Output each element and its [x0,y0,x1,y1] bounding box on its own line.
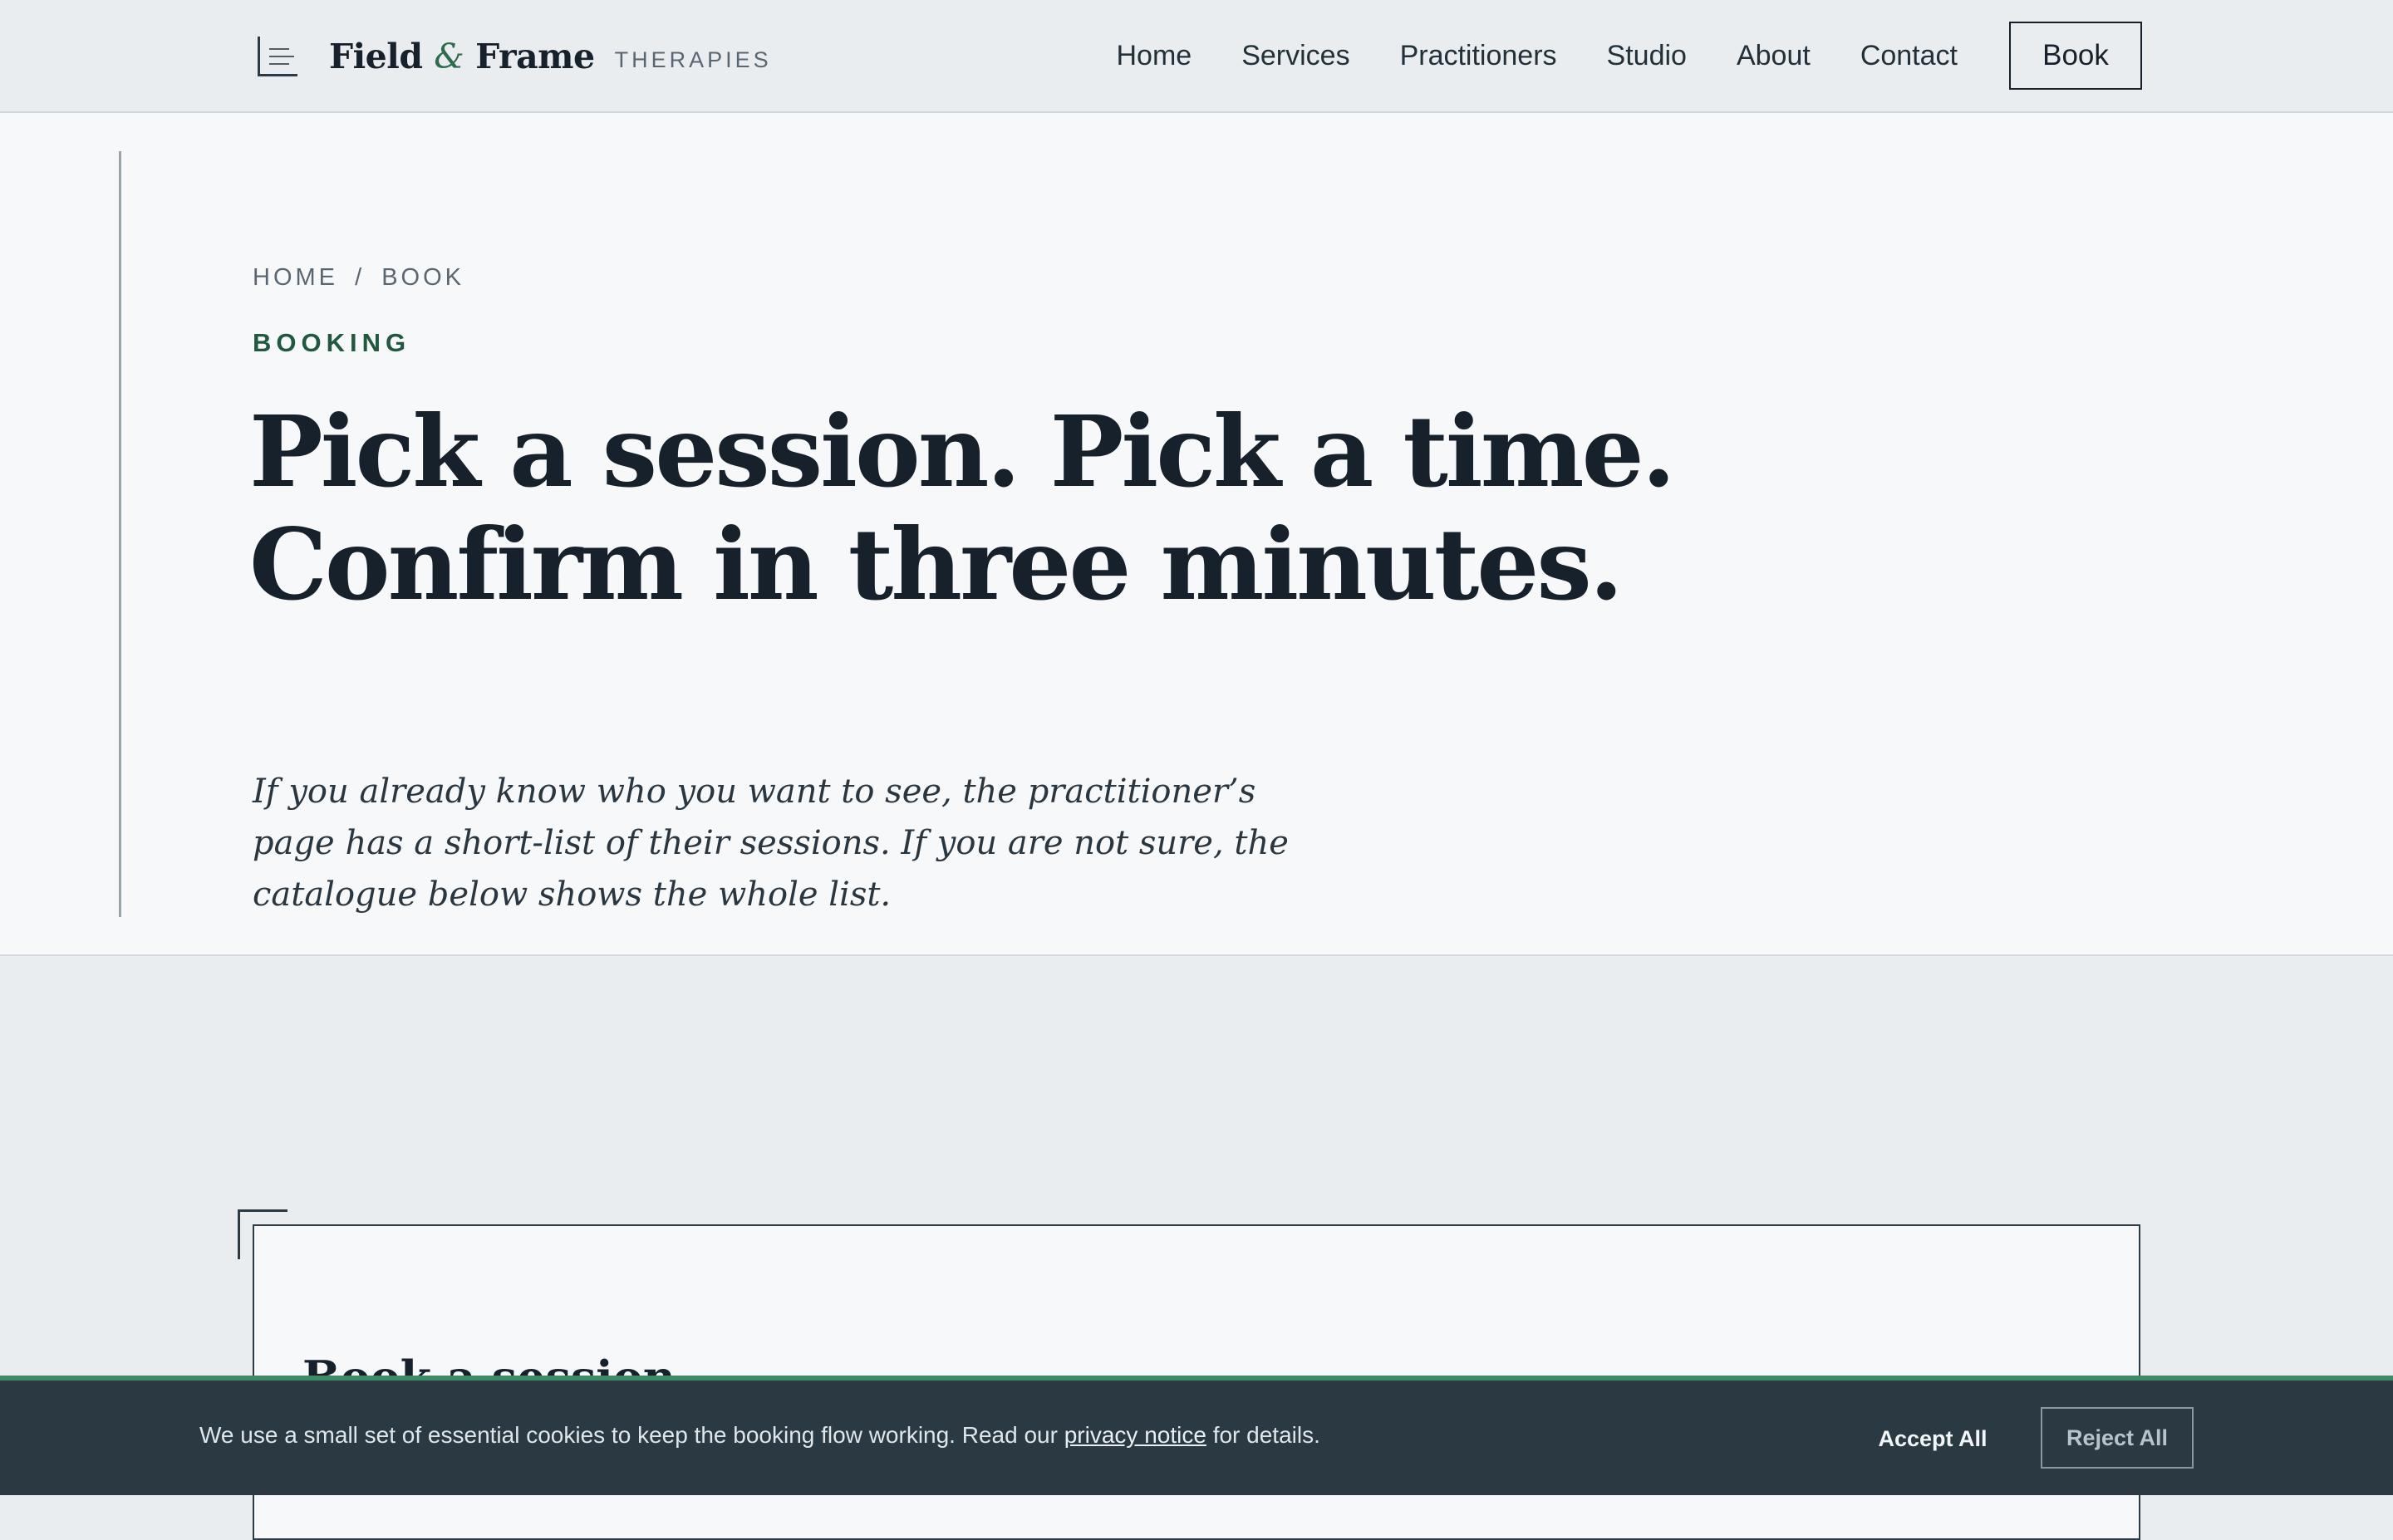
brand-name: Field & Frame [329,37,595,76]
nav-studio[interactable]: Studio [1607,40,1687,72]
breadcrumb-home[interactable]: HOME [253,264,338,291]
section-eyebrow: BOOKING [253,328,411,357]
main-nav: Home Services Practitioners Studio About… [1067,22,2142,90]
brand-subtitle: THERAPIES [614,47,772,72]
cookie-text-after: for details. [1212,1422,1320,1448]
page-title: Pick a session. Pick a time. Confirm in … [249,395,1828,621]
breadcrumb-separator: / [355,264,366,291]
nav-services[interactable]: Services [1241,40,1349,72]
title-line-2: Confirm in three minutes. [249,507,1624,622]
cookie-banner: We use a small set of essential cookies … [0,1376,2393,1495]
cookie-text-before: We use a small set of essential cookies … [199,1422,1058,1448]
hero-divider [119,151,121,917]
nav-practitioners[interactable]: Practitioners [1400,40,1557,72]
accept-all-button[interactable]: Accept All [1861,1409,2004,1469]
nav-home[interactable]: Home [1117,40,1192,72]
title-line-1: Pick a session. Pick a time. [249,394,1676,509]
bracket-lines-logo-icon [254,33,301,80]
brand-logo[interactable]: Field & Frame THERAPIES [254,32,772,81]
hero-lede: If you already know who you want to see,… [253,772,1289,914]
privacy-notice-link[interactable]: privacy notice [1064,1422,1206,1448]
breadcrumb: HOME / BOOK [253,264,464,292]
breadcrumb-current: BOOK [381,264,464,291]
site-header: Field & Frame THERAPIES Home Services Pr… [0,0,2393,113]
cookie-message: We use a small set of essential cookies … [199,1422,1320,1449]
hero-section: HOME / BOOK BOOKING Pick a session. Pick… [0,113,2393,956]
nav-contact[interactable]: Contact [1860,40,1958,72]
reject-all-button[interactable]: Reject All [2041,1407,2194,1469]
book-button[interactable]: Book [2009,22,2142,90]
nav-about[interactable]: About [1737,40,1811,72]
